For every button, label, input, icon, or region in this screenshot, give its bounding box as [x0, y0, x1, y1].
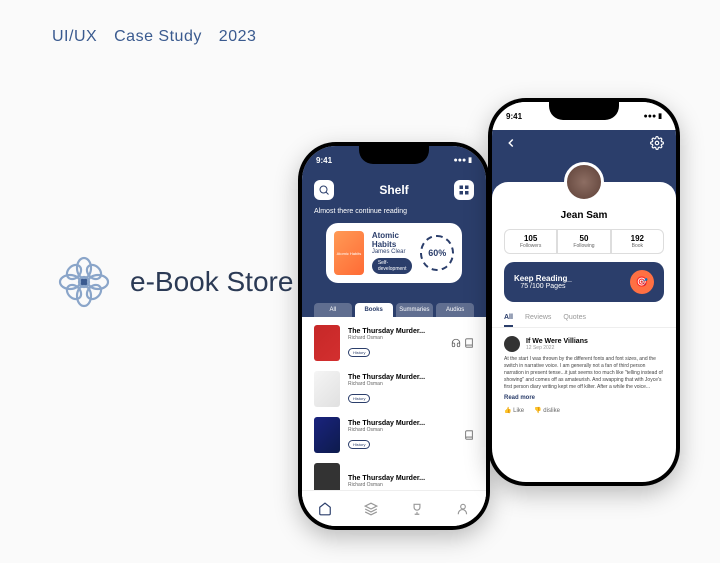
book-title: The Thursday Murder...: [348, 374, 474, 381]
profile-card: Jean Sam 105 Followers 50 Following 192 …: [492, 182, 676, 422]
list-item[interactable]: The Thursday Murder... Richard Osman His…: [314, 371, 474, 407]
profile-stats: 105 Followers 50 Following 192 Book: [504, 229, 664, 254]
target-icon: 🎯: [630, 270, 654, 294]
brand-logo-section: e-Book Store: [52, 250, 293, 314]
tab-summaries[interactable]: Summaries: [396, 303, 434, 317]
goal-title: Keep Reading_: [514, 274, 572, 283]
tab-quotes[interactable]: Quotes: [563, 310, 586, 327]
phone-notch: [359, 146, 429, 164]
settings-icon[interactable]: [650, 136, 664, 150]
progress-indicator: 60%: [420, 235, 454, 271]
book-category-tag: Self-development: [372, 258, 413, 274]
tab-all[interactable]: All: [314, 303, 352, 317]
book-tag: History: [348, 394, 370, 403]
back-icon[interactable]: [504, 136, 518, 150]
read-more-link[interactable]: Read more: [504, 395, 664, 401]
status-time: 9:41: [316, 156, 332, 165]
avatar[interactable]: [564, 162, 604, 202]
book-author: Richard Osman: [348, 381, 474, 387]
book-cover: [314, 417, 340, 453]
stat-following[interactable]: 50 Following: [557, 229, 610, 254]
header-year: 2023: [219, 28, 257, 45]
phone-mockup-profile: 9:41 ●●● ▮ Jean Sam 105 Followers 50 Fol…: [488, 98, 680, 486]
flower-logo-icon: [52, 250, 116, 314]
review-text: At the start I was thrown by the differe…: [504, 356, 664, 391]
books-count: 192: [612, 234, 663, 243]
header-label-1: UI/UX: [52, 28, 97, 45]
status-time: 9:41: [506, 112, 522, 121]
phone-notch: [549, 102, 619, 120]
book-title: The Thursday Murder...: [348, 420, 456, 427]
book-author: Richard Osman: [348, 335, 443, 341]
header-label-2: Case Study: [114, 28, 202, 45]
brand-name: e-Book Store: [130, 266, 293, 298]
book-tag: History: [348, 440, 370, 449]
book-author: Richard Osman: [348, 482, 474, 488]
tab-reviews[interactable]: Reviews: [525, 310, 551, 327]
dislike-button[interactable]: 👎 dislike: [534, 407, 560, 414]
phone-mockup-shelf: 9:41 ●●● ▮ Shelf Almost there continue r…: [298, 142, 490, 530]
review-date: 12 Sep 2022: [526, 345, 588, 351]
tab-audios[interactable]: Audios: [436, 303, 474, 317]
current-book-card[interactable]: Atomic Habits Atomic Habits James Clear …: [326, 223, 462, 283]
grid-icon: [458, 184, 470, 196]
followers-label: Followers: [505, 243, 556, 249]
shelf-tabs: All Books Summaries Audios: [302, 295, 486, 317]
book-title: Atomic Habits: [372, 231, 413, 249]
tab-all[interactable]: All: [504, 310, 513, 327]
profile-name: Jean Sam: [492, 210, 676, 221]
following-count: 50: [558, 234, 609, 243]
status-indicators: ●●● ▮: [644, 112, 662, 120]
search-icon: [318, 184, 330, 196]
book-list: The Thursday Murder... Richard Osman His…: [302, 317, 486, 517]
list-item[interactable]: The Thursday Murder... Richard Osman His…: [314, 417, 474, 453]
book-title: The Thursday Murder...: [348, 328, 443, 335]
goal-pages: 75 /100 Pages: [514, 283, 572, 290]
book-cover: [314, 325, 340, 361]
shelf-header: Shelf Almost there continue reading Atom…: [302, 174, 486, 295]
followers-count: 105: [505, 234, 556, 243]
book-cover: [314, 371, 340, 407]
filter-button[interactable]: [454, 180, 474, 200]
book-title: The Thursday Murder...: [348, 475, 474, 482]
continue-reading-label: Almost there continue reading: [314, 208, 474, 215]
bottom-navigation: [302, 490, 486, 526]
headphones-icon: [451, 338, 461, 348]
trophy-icon[interactable]: [410, 502, 424, 516]
like-button[interactable]: 👍 Like: [504, 407, 524, 414]
review-item: If We Were Villians 12 Sep 2022 At the s…: [492, 328, 676, 422]
page-header: UI/UX Case Study 2023: [52, 28, 268, 46]
book-icon: [464, 430, 474, 440]
layers-icon[interactable]: [364, 502, 378, 516]
list-item[interactable]: The Thursday Murder... Richard Osman His…: [314, 325, 474, 361]
shelf-title: Shelf: [379, 183, 408, 197]
review-book-title: If We Were Villians: [526, 338, 588, 345]
search-button[interactable]: [314, 180, 334, 200]
reading-goal-card[interactable]: Keep Reading_ 75 /100 Pages 🎯: [504, 262, 664, 302]
book-tag: History: [348, 348, 370, 357]
home-icon[interactable]: [318, 502, 332, 516]
tab-books[interactable]: Books: [355, 303, 393, 317]
user-icon[interactable]: [456, 502, 470, 516]
review-avatar: [504, 336, 520, 352]
following-label: Following: [558, 243, 609, 249]
books-label: Book: [612, 243, 663, 249]
book-author: James Clear: [372, 249, 413, 255]
stat-books[interactable]: 192 Book: [611, 229, 664, 254]
stat-followers[interactable]: 105 Followers: [504, 229, 557, 254]
status-indicators: ●●● ▮: [454, 156, 472, 164]
profile-tabs: All Reviews Quotes: [492, 310, 676, 328]
book-icon: [464, 338, 474, 348]
book-author: Richard Osman: [348, 427, 456, 433]
book-cover: Atomic Habits: [334, 231, 364, 275]
